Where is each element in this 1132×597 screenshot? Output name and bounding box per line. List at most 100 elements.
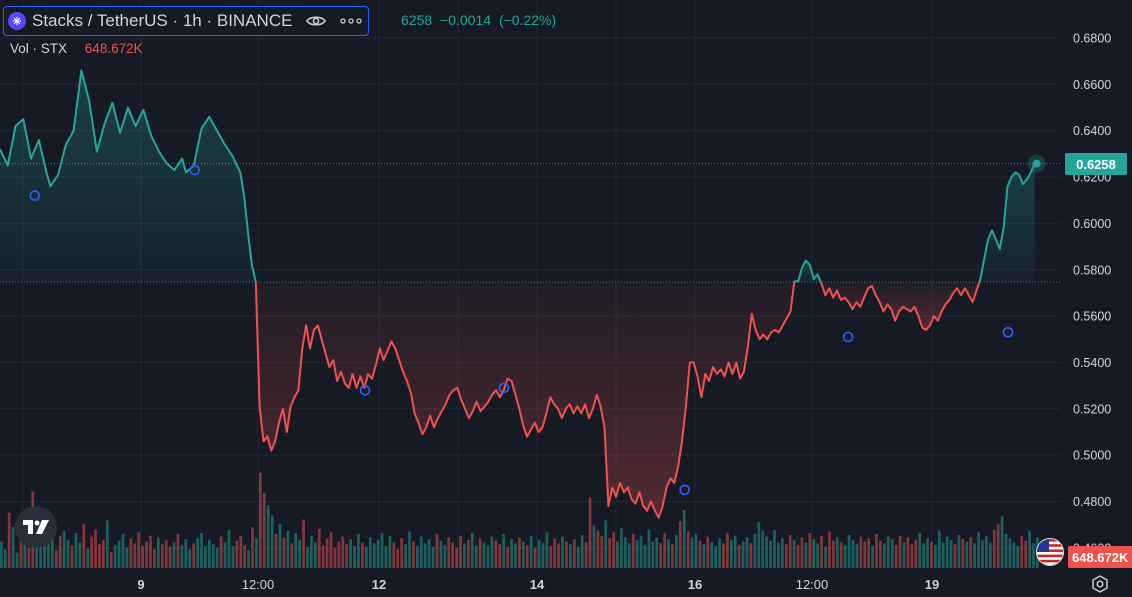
stacks-coin-icon: ✳ (8, 12, 26, 30)
volume-bar (745, 537, 749, 568)
event-marker[interactable] (842, 331, 854, 343)
event-marker[interactable] (679, 484, 691, 496)
volume-bar (427, 539, 431, 568)
volume-bar (635, 539, 639, 568)
symbol-legend[interactable]: ✳ Stacks / TetherUS · 1h · BINANCE (3, 6, 370, 36)
us-flag-icon[interactable] (1036, 538, 1064, 566)
volume-bar (620, 528, 623, 568)
volume-bar (533, 547, 537, 568)
volume-bar (380, 533, 384, 568)
volume-bar (828, 531, 831, 568)
volume-bar (561, 536, 564, 568)
volume-bar (498, 544, 502, 568)
volume-bar (408, 531, 411, 568)
volume-bar (392, 542, 396, 568)
volume-bar (153, 549, 156, 568)
volume-bar (659, 543, 663, 568)
eye-icon[interactable] (306, 14, 327, 28)
settings-gear-icon[interactable] (1090, 574, 1110, 594)
volume-bar (160, 544, 164, 568)
volume-bar (784, 544, 788, 568)
volume-bar (722, 543, 725, 568)
volume-bar (286, 530, 290, 568)
volume-bar (129, 538, 133, 568)
more-options-icon[interactable] (340, 18, 363, 24)
volume-bar (259, 472, 262, 568)
volume-bar (702, 544, 706, 568)
volume-legend[interactable]: Vol · STX 648.672K (10, 41, 143, 56)
price-tick-label: 0.6800 (1073, 32, 1111, 46)
volume-bar (1032, 543, 1035, 568)
volume-bar (824, 546, 827, 568)
volume-bar (247, 550, 250, 568)
volume-bar (572, 539, 576, 568)
volume-bar (317, 528, 321, 568)
volume-bar (816, 543, 820, 568)
volume-bar (278, 523, 282, 568)
volume-bar (553, 538, 557, 568)
volume-bar (969, 537, 973, 568)
event-marker[interactable] (1002, 326, 1014, 338)
volume-bar (753, 534, 757, 568)
volume-bar (156, 537, 160, 568)
time-tick-label: 9 (137, 577, 144, 592)
time-tick-label: 16 (688, 577, 702, 592)
volume-bar (211, 544, 215, 568)
time-axis[interactable]: 9 12:00 12 14 16 12:00 19 (137, 577, 939, 592)
volume-bars (0, 472, 1039, 568)
volume-bar (439, 540, 443, 568)
volume-bar (15, 552, 19, 568)
tradingview-logo-icon[interactable] (15, 506, 57, 548)
volume-bar (266, 505, 270, 568)
volume-bar (910, 544, 914, 568)
price-tick-label: 0.5200 (1073, 402, 1111, 416)
volume-bar (368, 537, 372, 568)
price-chart[interactable]: 0.68000.66000.64000.62000.60000.58000.56… (0, 0, 1132, 597)
symbol-title[interactable]: Stacks / TetherUS · 1h · BINANCE (32, 11, 292, 31)
volume-bar (529, 535, 533, 568)
volume-bar (251, 527, 254, 568)
volume-bar (777, 542, 780, 568)
volume-bar (325, 538, 329, 568)
volume-bar (729, 539, 733, 568)
volume-bar (58, 535, 62, 568)
volume-bar (792, 539, 796, 568)
legend-change: −0.0014 (440, 12, 492, 28)
volume-bar (761, 530, 765, 568)
volume-bar (981, 539, 984, 568)
volume-bar (918, 533, 922, 568)
volume-bar (196, 538, 199, 568)
volume-bar (973, 543, 976, 568)
volume-bar (239, 535, 243, 568)
volume-bar (961, 539, 965, 568)
volume-bar (596, 530, 600, 568)
volume-bar (773, 529, 776, 568)
volume-bar (737, 545, 741, 568)
volume-bar (808, 533, 812, 568)
volume-bar (537, 539, 541, 568)
volume-bar (0, 541, 3, 568)
volume-bar (188, 549, 192, 568)
volume-bar (647, 529, 651, 568)
volume-bar (883, 543, 886, 568)
volume-bar (965, 541, 969, 568)
volume-bar (733, 535, 737, 568)
volume-bar (820, 535, 823, 568)
volume-bar (54, 550, 58, 568)
volume-bar (313, 542, 317, 568)
volume-bar (612, 532, 615, 568)
volume-bar (376, 539, 380, 568)
volume-bar (176, 534, 180, 568)
volume-bar (1016, 545, 1020, 568)
volume-bar (549, 545, 553, 568)
price-axis[interactable]: 0.68000.66000.64000.62000.60000.58000.56… (1073, 32, 1111, 556)
volume-bar (282, 537, 286, 568)
volume-bar (474, 545, 478, 568)
volume-bar (298, 539, 301, 568)
volume-value: 648.672K (84, 41, 143, 56)
volume-bar (930, 541, 933, 568)
volume-bar (227, 529, 231, 568)
volume-bar (796, 545, 800, 568)
volume-bar (518, 537, 521, 568)
volume-bar (294, 533, 298, 568)
